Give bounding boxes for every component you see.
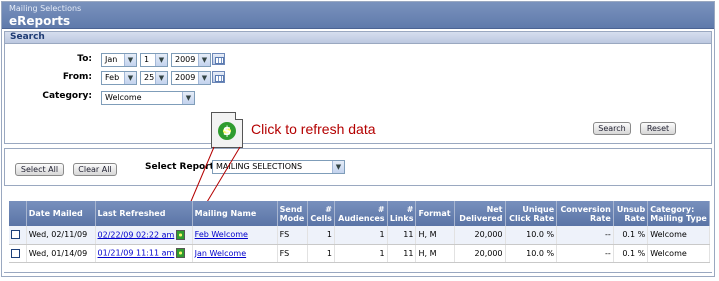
cell-format: H, M bbox=[415, 244, 455, 263]
cell-format: H, M bbox=[415, 226, 455, 245]
cell-date-mailed: Wed, 01/14/09 bbox=[26, 244, 96, 263]
cell-unique-click-rate: 10.0 % bbox=[505, 244, 558, 263]
mailing-name-link[interactable]: Jan Welcome bbox=[195, 249, 246, 258]
cell-cells: 1 bbox=[307, 226, 335, 245]
cell-category: Welcome bbox=[647, 244, 710, 263]
cell-net-delivered: 20,000 bbox=[454, 244, 506, 263]
header-unsub-rate[interactable]: Unsub Rate bbox=[613, 201, 649, 226]
cell-unsub-rate: 0.1 % bbox=[613, 244, 649, 263]
header-checkbox-col bbox=[9, 201, 27, 226]
header-date-mailed[interactable]: Date Mailed bbox=[26, 201, 96, 226]
last-refreshed-link[interactable]: 01/21/09 11:11 am bbox=[98, 249, 175, 258]
table-row: Wed, 01/14/09 01/21/09 11:11 am Jan Welc… bbox=[9, 244, 710, 263]
cell-links: 11 bbox=[387, 244, 417, 263]
cell-category: Welcome bbox=[647, 226, 710, 245]
mailing-table: Date Mailed Last Refreshed Mailing Name … bbox=[9, 201, 710, 263]
row-checkbox[interactable] bbox=[11, 230, 20, 240]
last-refreshed-link[interactable]: 02/22/09 02:22 am bbox=[98, 230, 175, 239]
header-cells[interactable]: # Cells bbox=[307, 201, 335, 226]
header-audiences[interactable]: # Audiences bbox=[334, 201, 388, 226]
cell-audiences: 1 bbox=[334, 226, 388, 245]
cell-net-delivered: 20,000 bbox=[454, 226, 506, 245]
header-links[interactable]: # Links bbox=[387, 201, 417, 226]
cell-send-mode: FS bbox=[277, 244, 308, 263]
cell-last-refreshed: 01/21/09 11:11 am bbox=[95, 244, 193, 263]
row-checkbox-cell bbox=[9, 244, 27, 263]
header-category[interactable]: Category: Mailing Type bbox=[647, 201, 710, 226]
cell-mailing-name: Feb Welcome bbox=[192, 226, 278, 245]
mailing-name-link[interactable]: Feb Welcome bbox=[195, 230, 248, 239]
cell-unique-click-rate: 10.0 % bbox=[505, 226, 558, 245]
header-conversion-rate[interactable]: Conversion Rate bbox=[556, 201, 614, 226]
header-mailing-name[interactable]: Mailing Name bbox=[192, 201, 278, 226]
table-header-row: Date Mailed Last Refreshed Mailing Name … bbox=[9, 201, 710, 226]
cell-mailing-name: Jan Welcome bbox=[192, 244, 278, 263]
cell-links: 11 bbox=[387, 226, 417, 245]
cell-conversion-rate: -- bbox=[556, 226, 614, 245]
cell-conversion-rate: -- bbox=[556, 244, 614, 263]
refresh-icon[interactable] bbox=[176, 248, 186, 258]
row-checkbox[interactable] bbox=[11, 248, 20, 258]
header-send-mode[interactable]: Send Mode bbox=[277, 201, 308, 226]
cell-cells: 1 bbox=[307, 244, 335, 263]
cell-last-refreshed: 02/22/09 02:22 am bbox=[95, 226, 193, 245]
row-checkbox-cell bbox=[9, 226, 27, 245]
cell-date-mailed: Wed, 02/11/09 bbox=[26, 226, 96, 245]
header-last-refreshed[interactable]: Last Refreshed bbox=[95, 201, 193, 226]
bottom-divider bbox=[4, 272, 712, 273]
refresh-icon[interactable] bbox=[176, 229, 186, 240]
table-row: Wed, 02/11/09 02/22/09 02:22 am Feb Welc… bbox=[9, 226, 710, 245]
header-net-delivered[interactable]: Net Delivered bbox=[454, 201, 506, 226]
header-format[interactable]: Format bbox=[415, 201, 455, 226]
cell-send-mode: FS bbox=[277, 226, 308, 245]
cell-audiences: 1 bbox=[334, 244, 388, 263]
cell-unsub-rate: 0.1 % bbox=[613, 226, 649, 245]
header-unique-click-rate[interactable]: Unique Click Rate bbox=[505, 201, 558, 226]
